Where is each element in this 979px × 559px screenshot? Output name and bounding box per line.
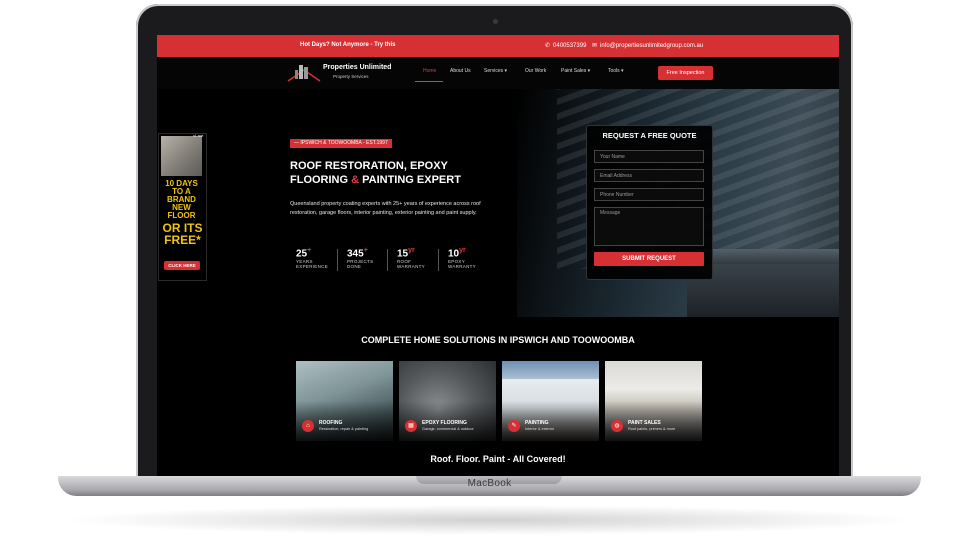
stat-value: 10 — [448, 248, 460, 260]
building-logo-icon — [287, 65, 321, 82]
floor-photo — [161, 136, 202, 176]
stat-suffix: + — [307, 247, 312, 254]
stat-value: 345 — [347, 248, 364, 260]
service-card-painting[interactable]: ✎ PAINTING Interior & exterior — [502, 361, 599, 441]
macbook-label: MacBook — [467, 478, 512, 489]
stat-epoxy-warranty: 10yr EPOXY WARRANTY — [448, 247, 482, 273]
stats-row: 25+ YEARS EXPERIENCE 345+ PROJECTS DONE … — [290, 247, 490, 275]
name-input[interactable]: Your Name — [594, 150, 704, 163]
hero-section: x1 ace 10 DAYS TO A BRAND NEW FLOOR OR I… — [157, 89, 839, 317]
main-navigation: Properties Unlimited Property Services H… — [157, 57, 839, 90]
stat-label: PROJECTS DONE — [347, 259, 374, 270]
card-title: PAINTING — [525, 420, 549, 426]
stat-divider — [387, 249, 388, 271]
card-title: ROOFING — [319, 420, 343, 426]
quote-form-title: REQUEST A FREE QUOTE — [602, 131, 697, 140]
stat-divider — [438, 249, 439, 271]
ad-click-here-button[interactable]: CLICK HERE — [164, 261, 200, 270]
mail-icon: ✉ — [592, 43, 598, 49]
stat-projects: 345+ PROJECTS DONE — [347, 247, 377, 273]
card-subtitle: Restoration, repair & painting — [319, 427, 369, 431]
floor-icon: ▦ — [405, 420, 417, 432]
free-inspection-button[interactable]: Free Inspection — [658, 66, 713, 80]
side-ad-banner[interactable]: x1 ace 10 DAYS TO A BRAND NEW FLOOR OR I… — [158, 133, 207, 281]
stat-divider — [337, 249, 338, 271]
stat-value: 15 — [397, 248, 409, 260]
site-logo[interactable]: Properties Unlimited Property Services — [287, 62, 397, 84]
nav-tools[interactable]: Tools ▾ — [608, 68, 624, 74]
stat-suffix: + — [363, 247, 368, 254]
paint-can-icon: ◍ — [611, 420, 623, 432]
ad-guarantee: OR ITS FREE* — [162, 221, 203, 247]
location-badge: — IPSWICH & TOOWOOMBA - EST.1997 — [290, 139, 392, 148]
service-card-paint-sales[interactable]: ◍ PAINT SALES Roof paints, primers & mor… — [605, 361, 702, 441]
house-icon: ⌂ — [302, 420, 314, 432]
webcam — [493, 19, 498, 24]
card-subtitle: Roof paints, primers & more — [628, 427, 676, 431]
hero-description: Queensland property coating experts with… — [290, 201, 481, 216]
top-bar: Hot Days? Not Anymore - Try this ✆ 040053… — [157, 35, 839, 57]
nav-about[interactable]: About Us — [450, 68, 471, 74]
stat-suffix: yr — [459, 247, 466, 254]
hero-headline: ROOF RESTORATION, EPOXY FLOORING & PAINT… — [290, 159, 490, 187]
card-subtitle: Garage, commercial & outdoor — [422, 427, 474, 431]
card-title: EPOXY FLOORING — [422, 420, 467, 426]
stat-label: ROOF WARRANTY — [397, 259, 425, 270]
headline-part-2: PAINTING EXPERT — [359, 174, 461, 186]
stat-suffix: yr — [408, 247, 415, 254]
promo-link[interactable]: Hot Days? Not Anymore - Try this — [300, 42, 395, 48]
card-subtitle: Interior & exterior — [525, 427, 555, 431]
email-address: info@propertiesunlimitedgroup.com.au — [600, 43, 704, 49]
phone-input[interactable]: Phone Number — [594, 188, 704, 201]
service-card-epoxy[interactable]: ▦ EPOXY FLOORING Garage, commercial & ou… — [399, 361, 496, 441]
logo-tagline: Property Services — [333, 74, 369, 79]
ad-badge: x1 ace — [193, 134, 204, 138]
stat-label: EPOXY WARRANTY — [448, 259, 476, 270]
brush-icon: ✎ — [508, 420, 520, 432]
stat-years: 25+ YEARS EXPERIENCE — [296, 247, 332, 273]
nav-home[interactable]: Home — [423, 68, 436, 74]
card-title: PAINT SALES — [628, 420, 661, 426]
phone-icon: ✆ — [545, 43, 551, 49]
email-input[interactable]: Email Address — [594, 169, 704, 182]
stat-label: YEARS EXPERIENCE — [296, 259, 329, 270]
message-textarea[interactable]: Message — [594, 207, 704, 246]
quote-form: REQUEST A FREE QUOTE Your Name Email Add… — [586, 125, 713, 280]
services-tagline: Roof. Floor. Paint - All Covered! — [430, 454, 566, 464]
phone-number: 0400537399 — [553, 43, 587, 49]
nav-services[interactable]: Services ▾ — [484, 68, 507, 74]
stat-value: 25 — [296, 248, 308, 260]
service-card-roofing[interactable]: ⌂ ROOFING Restoration, repair & painting — [296, 361, 393, 441]
services-title: COMPLETE HOME SOLUTIONS IN IPSWICH AND T… — [361, 335, 635, 345]
phone-link[interactable]: ✆ 0400537399 — [545, 42, 586, 49]
email-link[interactable]: ✉ info@propertiesunlimitedgroup.com.au — [592, 42, 703, 49]
website-screen: Hot Days? Not Anymore - Try this ✆ 040053… — [157, 35, 839, 476]
active-nav-indicator — [415, 81, 443, 82]
stat-roof-warranty: 15yr ROOF WARRANTY — [397, 247, 431, 273]
laptop-shadow — [60, 505, 920, 535]
headline-ampersand: & — [351, 174, 360, 186]
ad-headline: 10 DAYS TO A BRAND NEW FLOOR — [165, 179, 198, 220]
nav-our-work[interactable]: Our Work — [525, 68, 546, 74]
logo-name: Properties Unlimited — [323, 64, 392, 71]
submit-request-button[interactable]: SUBMIT REQUEST — [594, 252, 704, 266]
nav-paint-sales[interactable]: Paint Sales ▾ — [561, 68, 590, 74]
